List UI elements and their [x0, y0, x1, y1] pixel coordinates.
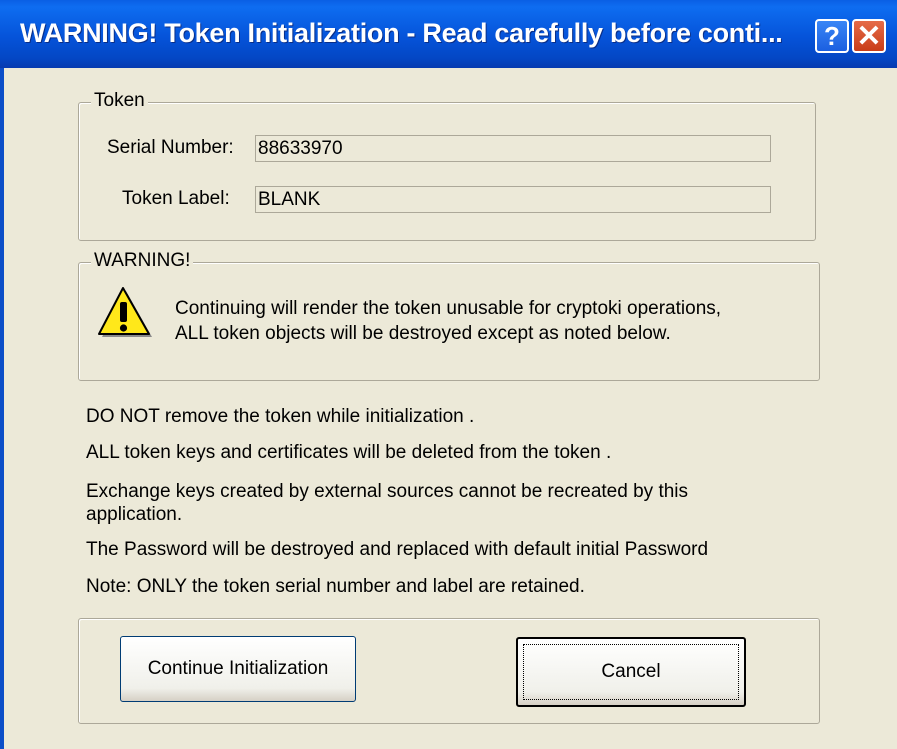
note-keys-deleted: ALL token keys and certificates will be …: [86, 442, 612, 463]
serial-number-label: Serial Number:: [107, 137, 234, 158]
token-group-legend: Token: [91, 90, 148, 112]
note-retained: Note: ONLY the token serial number and l…: [86, 576, 585, 597]
continue-initialization-button[interactable]: Continue Initialization: [120, 636, 356, 702]
close-icon: ✕: [856, 19, 882, 53]
token-label-field[interactable]: BLANK: [255, 186, 771, 213]
close-button[interactable]: ✕: [852, 19, 886, 53]
help-button[interactable]: ?: [815, 19, 849, 53]
help-icon: ?: [824, 20, 840, 51]
note-exchange-keys: Exchange keys created by external source…: [86, 481, 689, 502]
note-exchange-keys-cont: application.: [86, 504, 183, 525]
cancel-label: Cancel: [601, 661, 661, 682]
title-bar[interactable]: WARNING! Token Initialization - Read car…: [0, 0, 897, 68]
window-title: WARNING! Token Initialization - Read car…: [20, 18, 783, 48]
window-border: [0, 68, 4, 749]
dialog-window: WARNING! Token Initialization - Read car…: [0, 0, 897, 749]
token-label-label: Token Label:: [122, 188, 230, 209]
warning-icon: [98, 287, 152, 337]
note-do-not-remove: DO NOT remove the token while initializa…: [86, 406, 475, 427]
token-group: Token: [78, 90, 816, 241]
serial-number-field[interactable]: 88633970: [255, 135, 771, 162]
warning-line-1: Continuing will render the token unusabl…: [175, 298, 722, 319]
continue-initialization-label: Continue Initialization: [147, 658, 329, 679]
warning-line-2: ALL token objects will be destroyed exce…: [175, 323, 671, 344]
note-password: The Password will be destroyed and repla…: [86, 539, 709, 560]
cancel-button[interactable]: Cancel: [516, 637, 746, 707]
warning-message: Continuing will render the token unusabl…: [175, 296, 721, 346]
warning-group-legend: WARNING!: [91, 250, 194, 272]
